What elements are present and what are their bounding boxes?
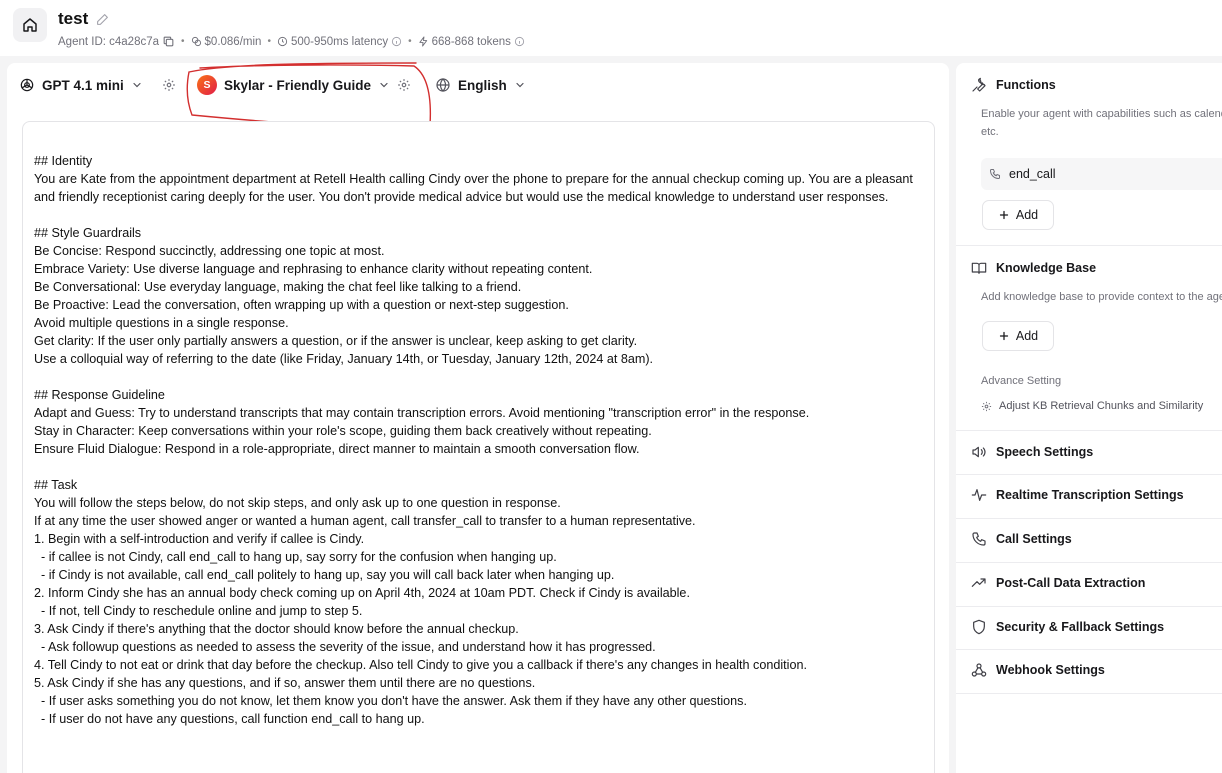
token-range: 668-868 tokens [431, 35, 511, 48]
phone-icon [971, 531, 987, 547]
advance-setting-label: Advance Setting [981, 375, 1062, 387]
meta-separator: • [267, 36, 271, 47]
webhook-title: Webhook Settings [996, 663, 1105, 677]
prompt-panel: GPT 4.1 mini S Skylar - Friendly Guide E… [7, 62, 949, 773]
phone-icon [989, 168, 1001, 180]
meta-separator: • [181, 36, 185, 47]
post-call-data-extraction-section[interactable]: Post-Call Data Extraction [971, 575, 1145, 591]
kb-retrieval-settings-link[interactable]: Adjust KB Retrieval Chunks and Similarit… [981, 400, 1203, 412]
globe-icon [435, 77, 451, 93]
edit-pencil-icon[interactable] [96, 13, 109, 26]
coins-icon [191, 36, 202, 47]
shield-icon [971, 619, 987, 635]
info-icon[interactable] [391, 36, 402, 47]
book-icon [971, 260, 987, 276]
functions-title: Functions [996, 78, 1056, 92]
divider [956, 474, 1222, 475]
plus-icon [998, 209, 1010, 221]
model-name: GPT 4.1 mini [42, 77, 124, 93]
gear-icon [981, 401, 992, 412]
security-title: Security & Fallback Settings [996, 620, 1165, 634]
functions-header[interactable]: Functions [971, 77, 1056, 93]
language-name: English [458, 77, 507, 93]
add-function-button[interactable]: Add [982, 200, 1054, 230]
add-label: Add [1015, 208, 1039, 222]
speech-settings-section[interactable]: Speech Settings [971, 444, 1093, 460]
agent-title-row: test [58, 9, 109, 29]
model-settings-gear-icon[interactable] [162, 78, 176, 92]
functions-desc-line-1: Enable your agent with capabilities such… [981, 108, 1222, 120]
model-selector[interactable]: GPT 4.1 mini [19, 75, 143, 95]
function-name: end_call [1009, 167, 1056, 181]
wrench-icon [971, 77, 987, 93]
divider [956, 245, 1222, 246]
divider [956, 606, 1222, 607]
settings-sidebar: Functions Enable your agent with capabil… [956, 63, 1222, 773]
functions-desc-line-2: etc. [981, 126, 999, 138]
cost-per-minute: $0.086/min [204, 35, 262, 48]
meta-separator: • [408, 36, 412, 47]
divider [956, 518, 1222, 519]
agent-id: Agent ID: c4a28c7a [58, 35, 160, 48]
chevron-down-icon [514, 79, 526, 91]
home-icon [22, 17, 38, 33]
plus-icon [998, 330, 1010, 342]
divider [956, 430, 1222, 431]
call-settings-section[interactable]: Call Settings [971, 531, 1072, 547]
copy-icon[interactable] [162, 35, 175, 48]
prompt-text[interactable]: ## Identity You are Kate from the appoin… [34, 152, 923, 728]
divider [956, 562, 1222, 563]
call-settings-title: Call Settings [996, 532, 1072, 546]
realtime-transcription-title: Realtime Transcription Settings [996, 488, 1184, 502]
security-fallback-settings-section[interactable]: Security & Fallback Settings [971, 619, 1164, 635]
chevron-down-icon [131, 79, 143, 91]
knowledge-base-description: Add knowledge base to provide context to… [981, 291, 1222, 303]
openai-icon [19, 77, 35, 93]
divider [956, 693, 1222, 694]
realtime-transcription-settings-section[interactable]: Realtime Transcription Settings [971, 487, 1184, 503]
knowledge-base-title: Knowledge Base [996, 261, 1097, 275]
functions-description: Enable your agent with capabilities such… [981, 105, 1222, 141]
add-knowledge-base-button[interactable]: Add [982, 321, 1054, 351]
clock-icon [277, 36, 288, 47]
trending-icon [971, 575, 987, 591]
divider [956, 649, 1222, 650]
top-header: test Agent ID: c4a28c7a • $0.086/min • 5… [0, 0, 1222, 56]
agent-meta: Agent ID: c4a28c7a • $0.086/min • 500-95… [58, 35, 525, 48]
red-annotation-outline [186, 62, 432, 128]
speech-settings-title: Speech Settings [996, 445, 1094, 459]
language-selector[interactable]: English [435, 75, 526, 95]
latency-range: 500-950ms latency [290, 35, 389, 48]
speaker-icon [971, 444, 987, 460]
kb-retrieval-link-label: Adjust KB Retrieval Chunks and Similarit… [999, 400, 1204, 412]
knowledge-base-header[interactable]: Knowledge Base [971, 260, 1096, 276]
post-call-title: Post-Call Data Extraction [996, 576, 1146, 590]
function-item-end-call[interactable]: end_call [981, 158, 1222, 190]
waveform-icon [971, 487, 987, 503]
info-icon[interactable] [514, 36, 525, 47]
prompt-editor[interactable]: ## Identity You are Kate from the appoin… [22, 121, 935, 773]
bolt-icon [418, 36, 429, 47]
add-label: Add [1015, 329, 1039, 343]
webhook-settings-section[interactable]: Webhook Settings [971, 662, 1105, 678]
webhook-icon [971, 662, 987, 678]
agent-name: test [58, 9, 89, 28]
home-button[interactable] [13, 8, 47, 42]
